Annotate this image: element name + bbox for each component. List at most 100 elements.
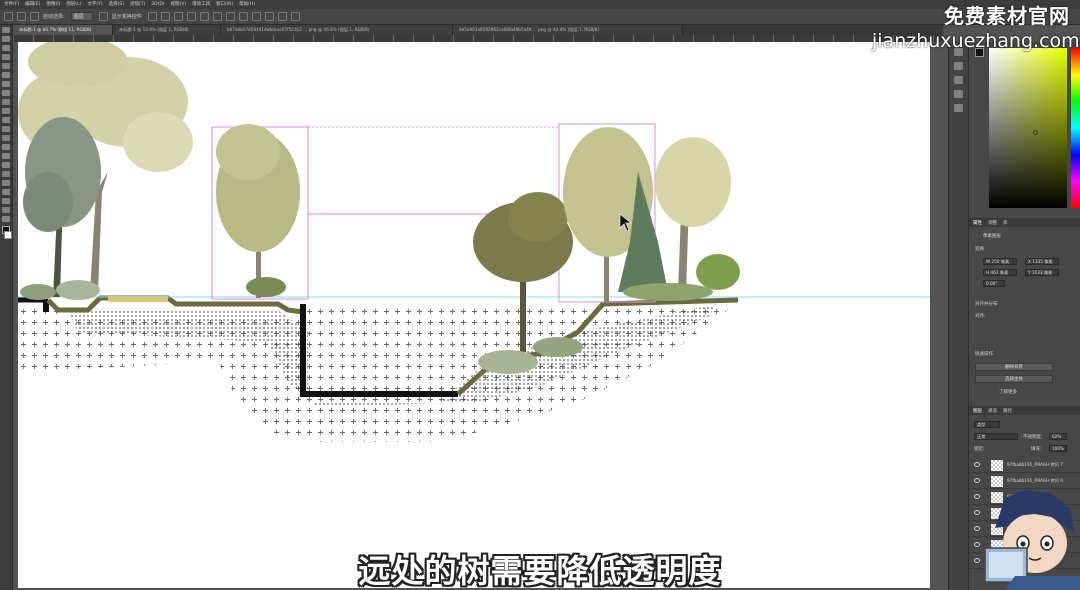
visibility-eye-icon[interactable] <box>974 478 980 483</box>
3d-scale-icon[interactable] <box>290 12 300 21</box>
y-field[interactable]: Y 1033 像素 <box>1025 269 1059 276</box>
tab-adjustments[interactable]: 调整 <box>988 220 997 226</box>
canvas-area[interactable] <box>18 42 930 588</box>
more-options-icon[interactable] <box>225 12 235 21</box>
tab-document-2[interactable]: 未标题-1 @ 13.9% (图层 1, RGB/8) <box>113 25 221 35</box>
brush-tool-icon[interactable] <box>2 99 10 105</box>
healing-tool-icon[interactable] <box>2 90 10 96</box>
lock-label: 锁定: <box>974 447 985 452</box>
3d-slide-icon[interactable] <box>277 12 287 21</box>
align-top-icon[interactable] <box>186 12 196 21</box>
visibility-eye-icon[interactable] <box>974 526 980 531</box>
select-subject-button[interactable]: 选择主体 <box>975 375 1053 383</box>
menu-item-window[interactable]: 窗口(W) <box>216 0 233 9</box>
show-transform-checkbox[interactable] <box>98 12 108 21</box>
visibility-eye-icon[interactable] <box>974 462 980 467</box>
width-field[interactable]: W 250 像素 <box>983 258 1017 265</box>
angle-field[interactable]: 0.00° <box>983 280 1005 287</box>
menu-bar: 文件(F) 编辑(E) 图像(I) 图层(L) 文字(Y) 选择(S) 滤镜(T… <box>0 0 1080 9</box>
tab-channels[interactable]: 通道 <box>988 408 997 414</box>
type-tool-icon[interactable] <box>2 171 10 177</box>
tab-libraries[interactable]: 库 <box>1003 220 1008 226</box>
menu-item-layer[interactable]: 图层(L) <box>66 0 81 9</box>
more-tools-icon[interactable] <box>2 216 10 222</box>
align-middle-icon[interactable] <box>199 12 209 21</box>
tab-document-1[interactable]: 未标题-1 @ 66.7% (群组 11, RGB/8) <box>13 25 113 35</box>
menu-item-select[interactable]: 选择(S) <box>109 0 124 9</box>
lasso-tool-icon[interactable] <box>2 45 10 51</box>
menu-item-help[interactable]: 帮助(H) <box>239 0 255 9</box>
shape-tool-icon[interactable] <box>2 189 10 195</box>
layer-name: 97fba8b191_RRAGH 拷贝 7 <box>1007 462 1063 467</box>
tab-document-3[interactable]: b07a0b57e594414ebdcac07f52312 ... png @ … <box>221 25 453 35</box>
hand-tool-icon[interactable] <box>2 198 10 204</box>
blend-mode-select[interactable]: 正常 <box>974 433 1018 440</box>
menu-item-type[interactable]: 文字(Y) <box>87 0 102 9</box>
auto-select-label: 自动选择: <box>43 14 65 20</box>
color-field[interactable] <box>989 48 1067 208</box>
move-tool-icon[interactable] <box>2 27 10 33</box>
actions-icon[interactable] <box>954 62 963 70</box>
properties-tabs: 属性 调整 库 <box>969 218 1080 227</box>
visibility-eye-icon[interactable] <box>974 494 980 499</box>
tab-properties[interactable]: 属性 <box>973 220 982 226</box>
3d-mode-icon[interactable] <box>238 12 248 21</box>
eraser-tool-icon[interactable] <box>2 126 10 132</box>
height-field[interactable]: H 463 像素 <box>983 269 1017 276</box>
tab-paths[interactable]: 路径 <box>1003 408 1012 414</box>
3d-rotate-icon[interactable] <box>251 12 261 21</box>
menu-item-filter[interactable]: 滤镜(T) <box>130 0 145 9</box>
crop-tool-icon[interactable] <box>2 63 10 69</box>
tools-panel <box>0 25 13 590</box>
gradient-tool-icon[interactable] <box>2 135 10 141</box>
frame-tool-icon[interactable] <box>2 72 10 78</box>
history-brush-icon[interactable] <box>2 117 10 123</box>
remove-background-button[interactable]: 删除背景 <box>975 363 1053 371</box>
align-left-icon[interactable] <box>147 12 157 21</box>
marquee-tool-icon[interactable] <box>2 36 10 42</box>
dodge-tool-icon[interactable] <box>2 153 10 159</box>
align-center-icon[interactable] <box>160 12 170 21</box>
visibility-eye-icon[interactable] <box>974 510 980 515</box>
horizontal-ruler[interactable] <box>13 35 943 42</box>
color-picker-handle[interactable] <box>1033 130 1038 135</box>
menu-item-plugins[interactable]: 增效工具 <box>192 0 210 9</box>
home-icon[interactable] <box>4 12 13 21</box>
x-field[interactable]: X 1335 像素 <box>1025 258 1059 265</box>
transform-label: 变换 <box>975 247 984 252</box>
hue-slider[interactable] <box>1071 48 1080 208</box>
tab-layers[interactable]: 图层 <box>973 408 982 414</box>
menu-item-image[interactable]: 图像(I) <box>46 0 60 9</box>
paragraph-icon[interactable] <box>954 104 963 112</box>
layer-row[interactable]: 97fba8b191_RRAGH 拷贝 7 <box>969 458 1080 473</box>
menu-item-edit[interactable]: 编辑(E) <box>25 0 40 9</box>
brush-settings-icon[interactable] <box>954 76 963 84</box>
menu-item-view[interactable]: 视图(V) <box>171 0 187 9</box>
zoom-tool-icon[interactable] <box>2 207 10 213</box>
auto-select-dropdown[interactable]: 图层 <box>70 12 93 21</box>
layer-row[interactable]: 97fba8b191_RRAGH 拷贝 6 <box>969 474 1080 489</box>
pixel-layer-label: 像素图层 <box>983 234 1001 239</box>
move-tool-icon[interactable] <box>17 12 26 21</box>
character-icon[interactable] <box>954 90 963 98</box>
layer-thumbnail <box>991 476 1003 487</box>
quick-select-tool-icon[interactable] <box>2 54 10 60</box>
menu-item-file[interactable]: 文件(F) <box>4 0 19 9</box>
fill-field[interactable]: 100% <box>1049 445 1067 452</box>
photoshop-window: 文件(F) 编辑(E) 图像(I) 图层(L) 文字(Y) 选择(S) 滤镜(T… <box>0 0 1080 590</box>
tab-document-4[interactable]: 6e5a963a8192962ca66fa49b5a49 ... png @ 4… <box>453 25 683 35</box>
3d-pan-icon[interactable] <box>264 12 274 21</box>
stamp-tool-icon[interactable] <box>2 108 10 114</box>
layer-kind-filter[interactable]: 类型 <box>974 421 1000 428</box>
opacity-field[interactable]: 62% <box>1049 433 1067 440</box>
blur-tool-icon[interactable] <box>2 144 10 150</box>
path-select-icon[interactable] <box>2 180 10 186</box>
align-right-icon[interactable] <box>173 12 183 21</box>
menu-item-3d[interactable]: 3D(D) <box>151 0 164 9</box>
background-color-swatch[interactable] <box>4 231 12 239</box>
learn-more-link[interactable]: 了解更多 <box>999 389 1017 395</box>
auto-select-checkbox[interactable] <box>30 12 39 21</box>
align-bottom-icon[interactable] <box>212 12 222 21</box>
eyedropper-tool-icon[interactable] <box>2 81 10 87</box>
pen-tool-icon[interactable] <box>2 162 10 168</box>
